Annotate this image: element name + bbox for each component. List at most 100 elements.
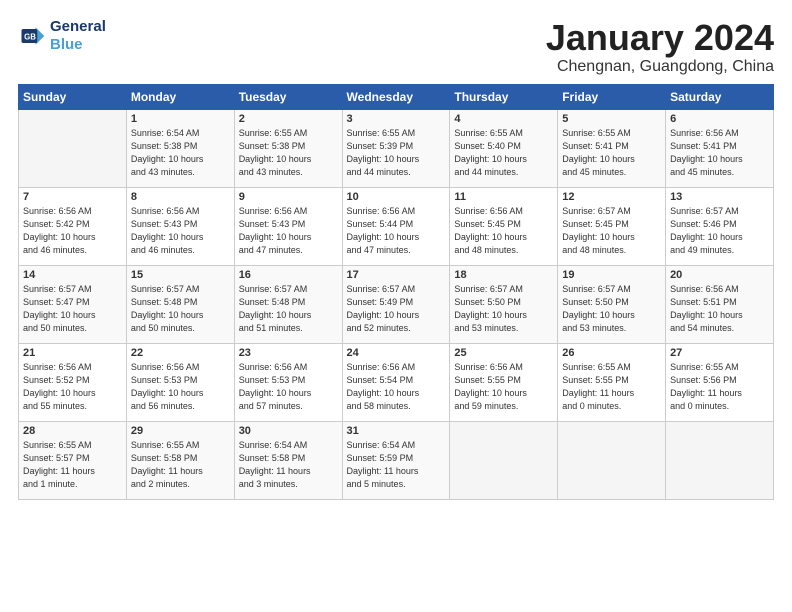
day-info: Sunrise: 6:56 AM Sunset: 5:55 PM Dayligh… [454,361,553,413]
title-block: January 2024 Chengnan, Guangdong, China [546,18,774,76]
day-number: 31 [347,425,446,437]
day-cell: 8 Sunrise: 6:56 AM Sunset: 5:43 PM Daylig… [126,187,234,265]
day-cell: 23 Sunrise: 6:56 AM Sunset: 5:53 PM Dayli… [234,343,342,421]
day-cell: 18 Sunrise: 6:57 AM Sunset: 5:50 PM Dayli… [450,265,558,343]
day-info: Sunrise: 6:56 AM Sunset: 5:41 PM Dayligh… [670,127,769,179]
day-cell: 20 Sunrise: 6:56 AM Sunset: 5:51 PM Dayli… [666,265,774,343]
month-title: January 2024 [546,18,774,58]
location-subtitle: Chengnan, Guangdong, China [546,58,774,76]
header-day-saturday: Saturday [666,84,774,109]
day-cell: 19Sunrise: 6:57 AM Sunset: 5:50 PM Dayli… [558,265,666,343]
day-cell: 28Sunrise: 6:55 AM Sunset: 5:57 PM Dayli… [19,421,127,499]
day-info: Sunrise: 6:56 AM Sunset: 5:43 PM Dayligh… [239,205,338,257]
week-row-5: 28Sunrise: 6:55 AM Sunset: 5:57 PM Dayli… [19,421,774,499]
svg-text:GB: GB [24,33,36,42]
day-number: 11 [454,191,553,203]
day-info: Sunrise: 6:57 AM Sunset: 5:50 PM Dayligh… [562,283,661,335]
week-row-2: 7 Sunrise: 6:56 AM Sunset: 5:42 PM Daylig… [19,187,774,265]
day-number: 7 [23,191,122,203]
day-info: Sunrise: 6:54 AM Sunset: 5:59 PM Dayligh… [347,439,446,491]
day-number: 25 [454,347,553,359]
day-info: Sunrise: 6:55 AM Sunset: 5:55 PM Dayligh… [562,361,661,413]
day-cell: 5 Sunrise: 6:55 AM Sunset: 5:41 PM Daylig… [558,109,666,187]
day-cell: 22 Sunrise: 6:56 AM Sunset: 5:53 PM Dayli… [126,343,234,421]
header-day-wednesday: Wednesday [342,84,450,109]
day-cell: 3Sunrise: 6:55 AM Sunset: 5:39 PM Daylig… [342,109,450,187]
day-cell: 17 Sunrise: 6:57 AM Sunset: 5:49 PM Dayli… [342,265,450,343]
day-info: Sunrise: 6:55 AM Sunset: 5:40 PM Dayligh… [454,127,553,179]
day-info: Sunrise: 6:57 AM Sunset: 5:46 PM Dayligh… [670,205,769,257]
day-number: 1 [131,113,230,125]
day-number: 21 [23,347,122,359]
day-info: Sunrise: 6:56 AM Sunset: 5:45 PM Dayligh… [454,205,553,257]
day-number: 17 [347,269,446,281]
day-number: 20 [670,269,769,281]
header: GB General Blue January 2024 Chengnan, G… [18,18,774,76]
header-day-monday: Monday [126,84,234,109]
header-day-thursday: Thursday [450,84,558,109]
day-cell: 31 Sunrise: 6:54 AM Sunset: 5:59 PM Dayli… [342,421,450,499]
header-day-sunday: Sunday [19,84,127,109]
day-number: 29 [131,425,230,437]
day-number: 30 [239,425,338,437]
day-cell: 1 Sunrise: 6:54 AM Sunset: 5:38 PM Daylig… [126,109,234,187]
day-cell: 2 Sunrise: 6:55 AM Sunset: 5:38 PM Daylig… [234,109,342,187]
day-cell: 29Sunrise: 6:55 AM Sunset: 5:58 PM Dayli… [126,421,234,499]
day-info: Sunrise: 6:56 AM Sunset: 5:53 PM Dayligh… [131,361,230,413]
day-cell: 24 Sunrise: 6:56 AM Sunset: 5:54 PM Dayli… [342,343,450,421]
day-number: 15 [131,269,230,281]
day-info: Sunrise: 6:56 AM Sunset: 5:42 PM Dayligh… [23,205,122,257]
day-info: Sunrise: 6:57 AM Sunset: 5:45 PM Dayligh… [562,205,661,257]
day-info: Sunrise: 6:55 AM Sunset: 5:39 PM Dayligh… [347,127,446,179]
day-number: 5 [562,113,661,125]
day-info: Sunrise: 6:56 AM Sunset: 5:54 PM Dayligh… [347,361,446,413]
day-cell: 11 Sunrise: 6:56 AM Sunset: 5:45 PM Dayli… [450,187,558,265]
day-cell: 30 Sunrise: 6:54 AM Sunset: 5:58 PM Dayli… [234,421,342,499]
day-number: 2 [239,113,338,125]
day-info: Sunrise: 6:56 AM Sunset: 5:44 PM Dayligh… [347,205,446,257]
day-cell: 26 Sunrise: 6:55 AM Sunset: 5:55 PM Dayli… [558,343,666,421]
day-info: Sunrise: 6:57 AM Sunset: 5:49 PM Dayligh… [347,283,446,335]
day-number: 4 [454,113,553,125]
day-info: Sunrise: 6:56 AM Sunset: 5:51 PM Dayligh… [670,283,769,335]
day-info: Sunrise: 6:55 AM Sunset: 5:41 PM Dayligh… [562,127,661,179]
day-number: 26 [562,347,661,359]
day-number: 18 [454,269,553,281]
day-cell: 7 Sunrise: 6:56 AM Sunset: 5:42 PM Daylig… [19,187,127,265]
day-cell: 12 Sunrise: 6:57 AM Sunset: 5:45 PM Dayli… [558,187,666,265]
day-cell: 4 Sunrise: 6:55 AM Sunset: 5:40 PM Daylig… [450,109,558,187]
day-number: 22 [131,347,230,359]
day-info: Sunrise: 6:54 AM Sunset: 5:58 PM Dayligh… [239,439,338,491]
day-cell [558,421,666,499]
week-row-3: 14Sunrise: 6:57 AM Sunset: 5:47 PM Dayli… [19,265,774,343]
week-row-1: 1 Sunrise: 6:54 AM Sunset: 5:38 PM Daylig… [19,109,774,187]
day-cell: 6 Sunrise: 6:56 AM Sunset: 5:41 PM Daylig… [666,109,774,187]
day-info: Sunrise: 6:57 AM Sunset: 5:48 PM Dayligh… [131,283,230,335]
page-container: GB General Blue January 2024 Chengnan, G… [0,0,792,510]
logo-text: General Blue [50,18,106,54]
day-info: Sunrise: 6:54 AM Sunset: 5:38 PM Dayligh… [131,127,230,179]
day-number: 24 [347,347,446,359]
day-info: Sunrise: 6:55 AM Sunset: 5:38 PM Dayligh… [239,127,338,179]
day-number: 14 [23,269,122,281]
day-number: 9 [239,191,338,203]
day-info: Sunrise: 6:56 AM Sunset: 5:43 PM Dayligh… [131,205,230,257]
day-info: Sunrise: 6:57 AM Sunset: 5:50 PM Dayligh… [454,283,553,335]
day-number: 16 [239,269,338,281]
day-number: 10 [347,191,446,203]
day-number: 6 [670,113,769,125]
week-row-4: 21 Sunrise: 6:56 AM Sunset: 5:52 PM Dayli… [19,343,774,421]
day-cell: 21 Sunrise: 6:56 AM Sunset: 5:52 PM Dayli… [19,343,127,421]
header-row: SundayMondayTuesdayWednesdayThursdayFrid… [19,84,774,109]
logo: GB General Blue [18,18,106,54]
day-info: Sunrise: 6:56 AM Sunset: 5:52 PM Dayligh… [23,361,122,413]
day-info: Sunrise: 6:56 AM Sunset: 5:53 PM Dayligh… [239,361,338,413]
day-number: 12 [562,191,661,203]
day-cell: 27Sunrise: 6:55 AM Sunset: 5:56 PM Dayli… [666,343,774,421]
day-info: Sunrise: 6:57 AM Sunset: 5:48 PM Dayligh… [239,283,338,335]
calendar-table: SundayMondayTuesdayWednesdayThursdayFrid… [18,84,774,500]
day-number: 8 [131,191,230,203]
day-number: 23 [239,347,338,359]
header-day-tuesday: Tuesday [234,84,342,109]
day-cell: 9 Sunrise: 6:56 AM Sunset: 5:43 PM Daylig… [234,187,342,265]
